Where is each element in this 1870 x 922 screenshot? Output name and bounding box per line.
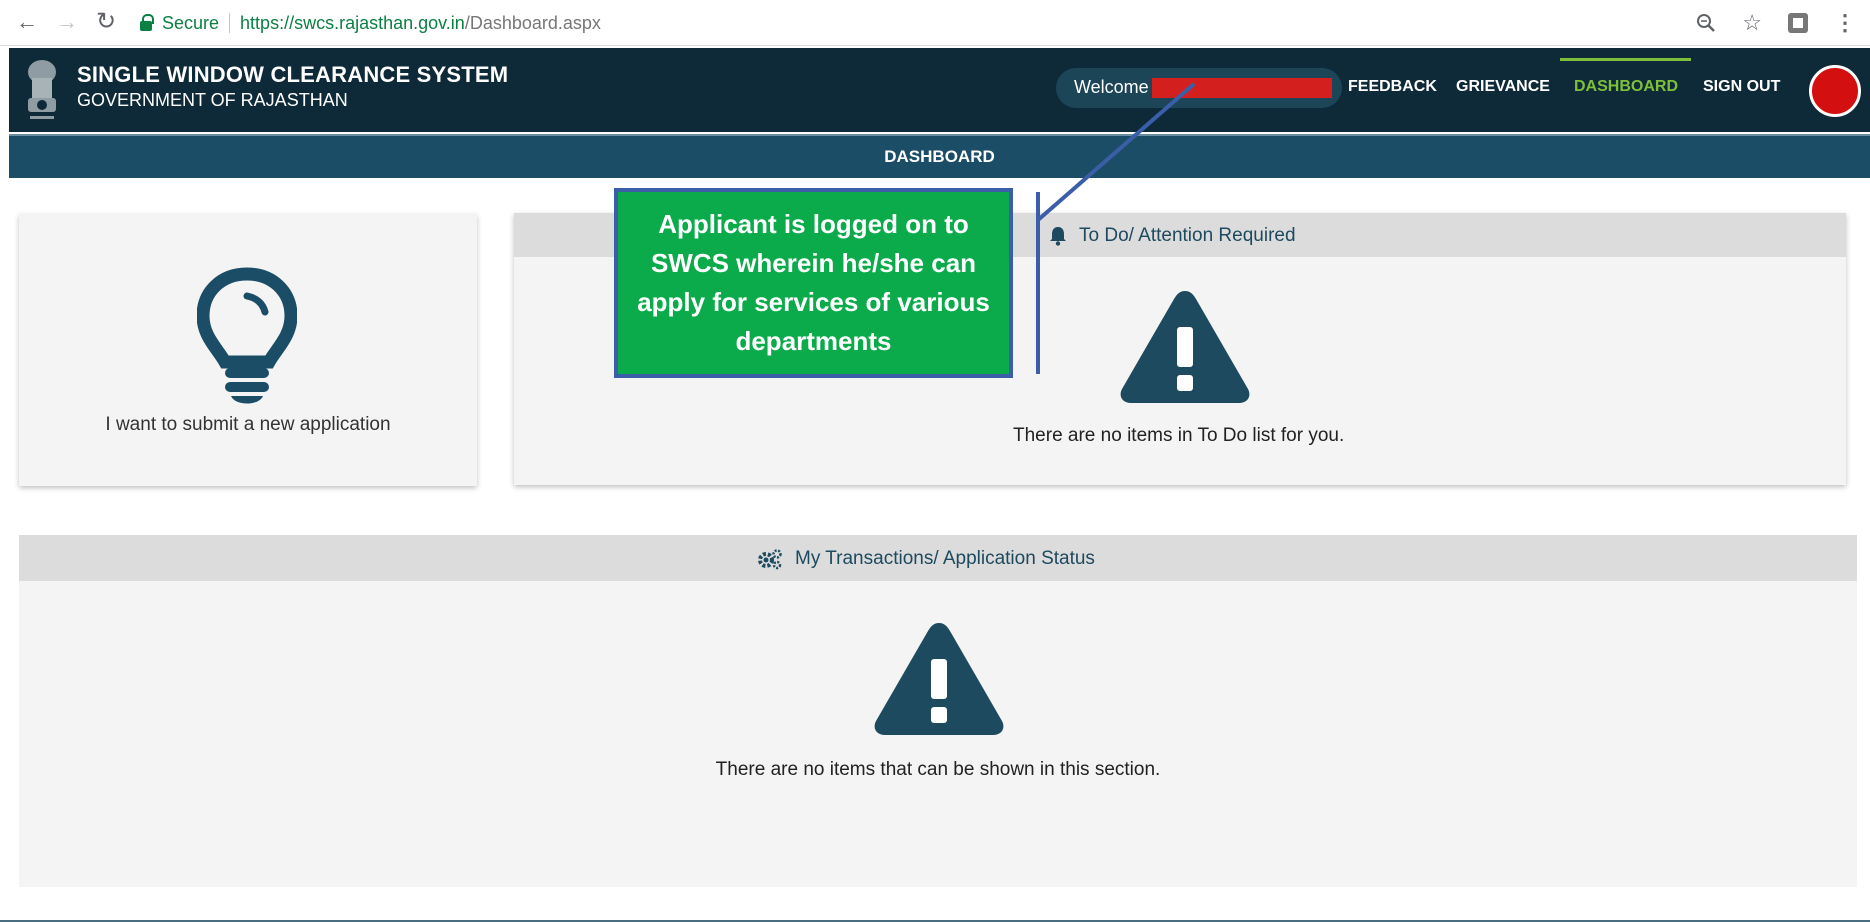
lightbulb-icon [197, 267, 297, 404]
new-application-label[interactable]: I want to submit a new application [19, 414, 477, 436]
address-bar[interactable]: Secure https://swcs.rajasthan.gov.in/Das… [140, 10, 601, 36]
forward-arrow-icon[interactable]: → [56, 9, 78, 35]
avatar[interactable] [1809, 65, 1861, 117]
transactions-header-content: My Transactions/ Application Status [757, 548, 1095, 570]
page-title-bar: DASHBOARD [9, 134, 1870, 178]
nav-grievance[interactable]: GRIEVANCE [1456, 78, 1550, 96]
page-title: DASHBOARD [884, 147, 995, 166]
nav-signout[interactable]: SIGN OUT [1703, 78, 1780, 96]
annotation-callout: Applicant is logged on to SWCS wherein h… [614, 188, 1013, 378]
menu-icon[interactable]: ⋮ [1834, 10, 1856, 36]
transactions-title: My Transactions/ Application Status [795, 548, 1095, 569]
callout-connector [1036, 82, 1196, 374]
star-icon[interactable]: ☆ [1742, 10, 1762, 36]
nav-feedback[interactable]: FEEDBACK [1348, 78, 1437, 96]
site-header: SINGLE WINDOW CLEARANCE SYSTEM GOVERNMEN… [9, 48, 1870, 132]
zoom-icon[interactable] [1696, 13, 1716, 33]
todo-empty-message: There are no items in To Do list for you… [1013, 425, 1345, 446]
site-subtitle: GOVERNMENT OF RAJASTHAN [77, 90, 348, 110]
nav-dashboard[interactable]: DASHBOARD [1574, 78, 1678, 96]
browser-toolbar: ← → ↻ Secure https://swcs.rajasthan.gov.… [0, 0, 1870, 46]
url-path: /Dashboard.aspx [464, 13, 601, 33]
url-base: https://swcs.rajasthan.gov.in [240, 13, 465, 33]
transactions-card: My Transactions/ Application Status Ther… [19, 535, 1857, 887]
new-application-card[interactable]: I want to submit a new application [19, 214, 477, 486]
transactions-empty-message: There are no items that can be shown in … [715, 759, 1161, 780]
nav-active-indicator [1560, 58, 1691, 61]
extension-icon[interactable] [1788, 13, 1808, 33]
callout-text: Applicant is logged on to SWCS wherein h… [637, 209, 990, 356]
reload-icon[interactable]: ↻ [96, 9, 116, 35]
back-arrow-icon[interactable]: ← [16, 9, 38, 35]
browser-actions: ☆ ⋮ [1696, 10, 1856, 36]
emblem-icon [28, 60, 56, 119]
lock-icon [140, 13, 154, 31]
secure-label: Secure [162, 13, 220, 33]
transactions-card-header: My Transactions/ Application Status [19, 535, 1857, 581]
site-title: SINGLE WINDOW CLEARANCE SYSTEM [77, 62, 509, 87]
warning-icon [874, 623, 1004, 735]
address-separator [229, 13, 231, 33]
gears-icon [758, 549, 782, 570]
